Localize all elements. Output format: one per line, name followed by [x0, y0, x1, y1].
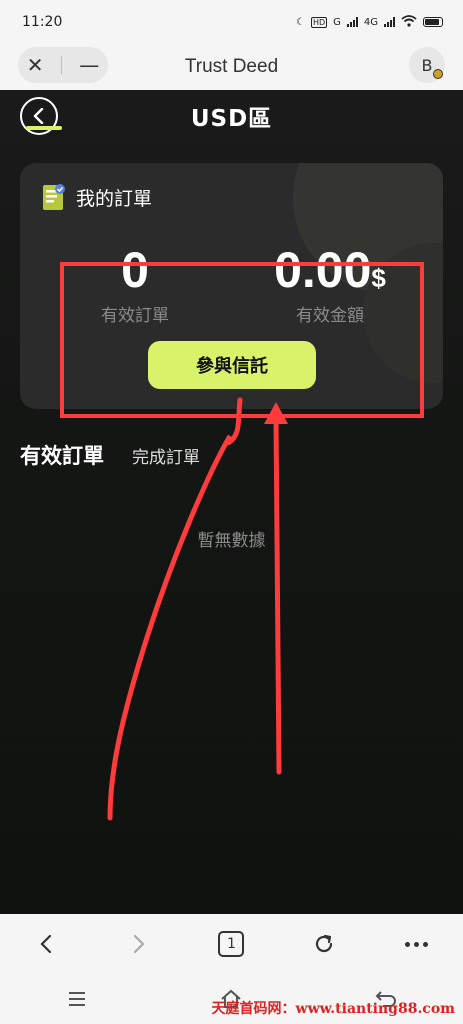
card-title: 我的訂單	[76, 187, 153, 210]
browser-title: Trust Deed	[184, 56, 279, 77]
annotation-box	[60, 262, 424, 418]
tab-completed-orders[interactable]: 完成訂單	[132, 443, 200, 468]
browser-top-bar: ✕ — Trust Deed B	[0, 44, 463, 90]
avatar[interactable]: B	[409, 47, 445, 83]
app-content: USD區 我的訂單 0 有效訂單 0.00$ 有效金額 參與信託 有效訂單 完成…	[0, 90, 463, 914]
order-tabs: 有效訂單 完成訂單	[20, 440, 200, 470]
more-icon[interactable]	[397, 924, 437, 964]
status-time: 11:20	[22, 14, 63, 30]
app-header: USD區	[0, 90, 463, 142]
avatar-letter: B	[421, 55, 433, 75]
battery-icon	[423, 17, 443, 27]
badge-icon	[433, 69, 443, 79]
tab-count: 1	[218, 931, 245, 957]
back-icon[interactable]	[26, 924, 66, 964]
tab-valid-orders[interactable]: 有效訂單	[20, 440, 104, 470]
minimize-icon[interactable]: —	[79, 53, 99, 77]
empty-state-text: 暫無數據	[197, 531, 266, 551]
moon-icon: ☾	[295, 16, 305, 28]
close-icon[interactable]: ✕	[27, 53, 44, 77]
divider	[60, 56, 62, 74]
g-label: G	[333, 16, 341, 28]
status-bar: 11:20 ☾ HD G 4G	[0, 0, 463, 44]
status-icons: ☾ HD G 4G	[295, 14, 443, 30]
network-label: 4G	[363, 16, 378, 28]
signal-icon	[346, 17, 358, 27]
menu-icon[interactable]	[57, 979, 97, 1019]
wifi-icon	[401, 14, 417, 30]
tabs-button[interactable]: 1	[211, 924, 251, 964]
browser-window-controls: ✕ —	[18, 47, 108, 83]
browser-bottom-bar: 1	[0, 914, 463, 974]
document-icon	[42, 183, 66, 211]
page-title: USD區	[190, 106, 273, 132]
watermark-text: 天庭首码网：www.tianting88.com	[211, 1001, 455, 1017]
card-header: 我的訂單	[42, 183, 152, 211]
forward-icon[interactable]	[119, 924, 159, 964]
refresh-icon[interactable]	[304, 924, 344, 964]
active-tab-indicator	[26, 126, 62, 130]
signal-icon-2	[384, 17, 395, 27]
chevron-left-icon	[33, 108, 44, 124]
hd-icon: HD	[310, 16, 328, 28]
